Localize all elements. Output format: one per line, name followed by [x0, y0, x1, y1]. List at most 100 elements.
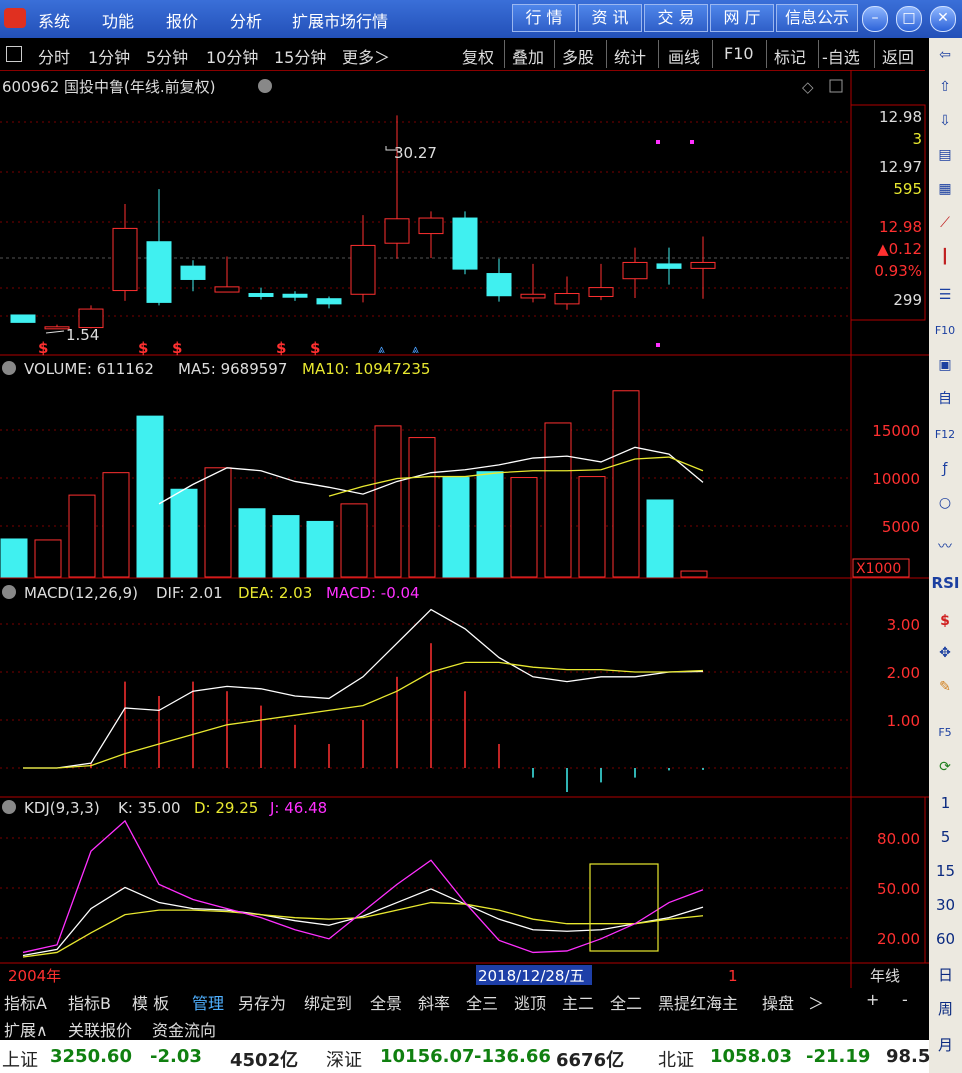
kdj-menu-icon[interactable]: [2, 800, 16, 814]
index-sh-name[interactable]: 上证: [2, 1046, 38, 1072]
zoom-out-button[interactable]: -: [902, 990, 908, 1009]
chevron-down-icon[interactable]: [258, 79, 272, 93]
macd-axis-2: 2.00: [887, 664, 920, 682]
tick-list-icon[interactable]: ☰: [933, 284, 957, 306]
macd-menu-icon[interactable]: [2, 585, 16, 599]
multi-stock-button[interactable]: 多股: [562, 44, 594, 68]
overlay-button[interactable]: 叠加: [512, 44, 544, 68]
menu-analysis[interactable]: 分析: [230, 8, 262, 32]
menu-system[interactable]: 系统: [38, 8, 70, 32]
panel-toggle-icon[interactable]: [6, 46, 22, 62]
period-week[interactable]: 周: [929, 998, 962, 1019]
volume-menu-icon[interactable]: [2, 361, 16, 375]
tab-bind-to[interactable]: 绑定到: [304, 990, 352, 1014]
tab-trading[interactable]: 操盘: [762, 990, 794, 1014]
volume-bar: [476, 471, 504, 578]
period-label[interactable]: 年线: [870, 967, 900, 985]
tab-fund-flow[interactable]: 资金流向: [152, 1017, 216, 1041]
tab-custom[interactable]: 黑提红海主: [658, 990, 738, 1014]
tab-all-two[interactable]: 全二: [610, 990, 642, 1014]
tab-intraday[interactable]: 分时: [38, 44, 70, 68]
tab-indicator-b[interactable]: 指标B: [68, 990, 111, 1014]
maximize-icon[interactable]: □: [896, 6, 922, 32]
tab-more[interactable]: 更多＞: [342, 44, 390, 68]
calendar-icon[interactable]: ▣: [933, 354, 957, 376]
list-icon[interactable]: ▤: [933, 144, 957, 166]
line-chart-icon[interactable]: ⟋: [933, 212, 957, 234]
tab-template[interactable]: 模 板: [132, 990, 169, 1014]
refresh-icon[interactable]: ⟳: [933, 756, 957, 778]
volume-bar: [680, 570, 708, 578]
kline-icon[interactable]: ┃: [933, 246, 957, 268]
hall-button[interactable]: 网 厅: [710, 4, 774, 32]
menu-extended-market[interactable]: 扩展市场行情: [292, 8, 388, 32]
zoom-in-button[interactable]: +: [866, 990, 879, 1009]
candle-body: [520, 293, 546, 299]
candle-body: [656, 263, 682, 269]
move-icon[interactable]: ✥: [933, 642, 957, 664]
draw-line-button[interactable]: 画线: [668, 44, 700, 68]
diamond-icon[interactable]: ◇: [802, 78, 814, 96]
period-5min[interactable]: 5: [929, 828, 962, 846]
tab-15min[interactable]: 15分钟: [274, 44, 326, 68]
tab-indicator-a[interactable]: 指标A: [4, 990, 47, 1014]
statistics-button[interactable]: 统计: [614, 44, 646, 68]
period-30min[interactable]: 30: [929, 896, 962, 914]
circle-icon[interactable]: ○: [933, 492, 957, 514]
tab-all-three[interactable]: 全三: [466, 990, 498, 1014]
formula-icon[interactable]: ƒ: [933, 458, 957, 480]
rsi-button[interactable]: RSI: [929, 574, 962, 592]
tab-1min[interactable]: 1分钟: [88, 44, 130, 68]
wave-icon[interactable]: 〰: [933, 536, 957, 558]
info-disclosure-button[interactable]: 信息公示: [776, 4, 858, 32]
tab-escape-top[interactable]: 逃顶: [514, 990, 546, 1014]
news-button[interactable]: 资 讯: [578, 4, 642, 32]
pencil-icon[interactable]: ✎: [933, 676, 957, 698]
tab-main-two[interactable]: 主二: [562, 990, 594, 1014]
arrow-down-icon[interactable]: ⇩: [933, 110, 957, 132]
index-bj-name[interactable]: 北证: [658, 1046, 694, 1072]
arrow-up-icon[interactable]: ⇧: [933, 76, 957, 98]
kdj-header-d: D: 29.25: [194, 799, 258, 817]
f12-icon[interactable]: F12: [933, 424, 957, 446]
back-button[interactable]: 返回: [882, 44, 914, 68]
period-day[interactable]: 日: [929, 964, 962, 985]
index-sz-name[interactable]: 深证: [326, 1046, 362, 1072]
period-60min[interactable]: 60: [929, 930, 962, 948]
dollar-icon[interactable]: $: [933, 610, 957, 632]
tab-5min[interactable]: 5分钟: [146, 44, 188, 68]
kline-chart[interactable]: $ $ $ $ $ ⩓ ⩓ 30.27 1.54 12.98 3 12.97 5…: [0, 70, 929, 988]
menu-function[interactable]: 功能: [102, 8, 134, 32]
period-15min[interactable]: 15: [929, 862, 962, 880]
f10-button[interactable]: F10: [724, 44, 754, 63]
minimize-icon[interactable]: –: [862, 6, 888, 32]
adjust-button[interactable]: 复权: [462, 44, 494, 68]
quote-button[interactable]: 行 情: [512, 4, 576, 32]
trade-button[interactable]: 交 易: [644, 4, 708, 32]
close-icon[interactable]: ✕: [930, 6, 956, 32]
table-icon[interactable]: ▦: [933, 178, 957, 200]
period-1min[interactable]: 1: [929, 794, 962, 812]
price-buy1-vol: 595: [893, 180, 922, 198]
tab-related-quotes[interactable]: 关联报价: [68, 1017, 132, 1041]
tab-panorama[interactable]: 全景: [370, 990, 402, 1014]
mark-button[interactable]: 标记: [774, 44, 806, 68]
window-toggle-icon[interactable]: [829, 79, 843, 93]
tab-manage[interactable]: 管理: [192, 990, 224, 1014]
arrow-left-icon[interactable]: ⇦: [933, 44, 957, 66]
tab-slope[interactable]: 斜率: [418, 990, 450, 1014]
tab-10min[interactable]: 10分钟: [206, 44, 258, 68]
kdj-axis-50: 50.00: [877, 880, 920, 898]
f10-icon[interactable]: F10: [933, 320, 957, 342]
volume-bar: [0, 538, 28, 578]
tab-more-right[interactable]: ＞: [808, 990, 824, 1014]
period-month[interactable]: 月: [929, 1034, 962, 1055]
watchlist-button[interactable]: -自选: [822, 44, 860, 68]
candle-body: [452, 217, 478, 270]
self-select-icon[interactable]: 自: [933, 388, 957, 410]
menu-quote[interactable]: 报价: [166, 8, 198, 32]
f5-icon[interactable]: F5: [933, 722, 957, 744]
tab-save-as[interactable]: 另存为: [238, 990, 286, 1014]
tab-expand[interactable]: 扩展∧: [4, 1017, 48, 1041]
svg-text:$: $: [276, 339, 286, 357]
